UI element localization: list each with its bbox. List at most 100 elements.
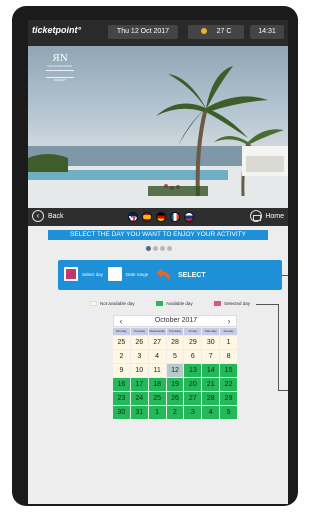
calendar-day-cell[interactable]: 28 xyxy=(202,392,220,405)
select-day-label: Select day xyxy=(82,272,104,277)
calendar-day-cell: 26 xyxy=(130,336,148,349)
calendar-day-name: Sunday xyxy=(220,328,237,335)
page-dot-2[interactable] xyxy=(153,246,158,251)
page-dot-1[interactable] xyxy=(146,246,151,251)
select-button[interactable]: SELECT xyxy=(178,272,206,279)
brand-logo: ticketpoint° xyxy=(32,25,82,35)
calendar-day-cell[interactable]: 26 xyxy=(166,392,184,405)
calendar-day-cell: 4 xyxy=(148,350,166,363)
calendar-day-cell[interactable]: 3 xyxy=(184,406,202,419)
calendar-day-cell: 11 xyxy=(148,364,166,377)
calendar-day-cell: 25 xyxy=(113,336,130,349)
calendar-day-cell[interactable]: 14 xyxy=(202,364,220,377)
calendar-day-cell[interactable]: 13 xyxy=(184,364,202,377)
calendar-day-cell[interactable]: 5 xyxy=(220,406,237,419)
hotel-name: ROCAMATANSA xyxy=(47,64,73,68)
calendar-day-cell: 6 xyxy=(184,350,202,363)
calendar-day-cell: 1 xyxy=(220,336,237,349)
calendar-day-cell[interactable]: 24 xyxy=(130,392,148,405)
calendar-day-cell[interactable]: 23 xyxy=(113,392,130,405)
hero-image: ЯN ROCAMATANSA RESORT xyxy=(28,46,288,208)
calendar-day-cell: 29 xyxy=(184,336,202,349)
hotel-logo: ЯN ROCAMATANSA RESORT xyxy=(46,52,74,82)
calendar-day-cell: 27 xyxy=(148,336,166,349)
legend-selected-label: Selected day xyxy=(224,301,251,306)
calendar-day-cell: 8 xyxy=(220,350,237,363)
selected-swatch xyxy=(214,301,221,307)
calendar-day-cell[interactable]: 21 xyxy=(202,378,220,391)
undo-arrow-icon[interactable] xyxy=(154,265,174,285)
calendar-day-cell[interactable]: 16 xyxy=(113,378,130,391)
calendar-day-cell[interactable]: 18 xyxy=(148,378,166,391)
prev-month-icon[interactable]: ‹ xyxy=(115,316,127,326)
calendar-day-cell[interactable]: 27 xyxy=(184,392,202,405)
calendar-day-name: Friday xyxy=(184,328,202,335)
callout-vertical-line xyxy=(278,304,279,390)
calendar-day-name: Tuesday xyxy=(130,328,148,335)
date-range-checkbox[interactable] xyxy=(108,267,122,281)
calendar-day-cell: 3 xyxy=(130,350,148,363)
calendar-day-cell[interactable]: 25 xyxy=(148,392,166,405)
calendar-day-cell: 10 xyxy=(130,364,148,377)
not-available-swatch xyxy=(90,301,97,307)
sun-icon xyxy=(200,28,207,35)
calendar-day-cell[interactable]: 20 xyxy=(184,378,202,391)
date-mode-panel: Select day Date range SELECT xyxy=(58,260,282,290)
hotel-logo-bars xyxy=(46,70,74,78)
callout-line-calendar xyxy=(278,390,288,391)
calendar-day-names: Monday Tuesday Wednesday Thursday Friday Satu… xyxy=(113,328,237,335)
back-label: Back xyxy=(48,213,64,220)
calendar-day-cell[interactable]: 15 xyxy=(220,364,237,377)
calendar-day-cell: 28 xyxy=(166,336,184,349)
next-month-icon[interactable]: › xyxy=(223,316,235,326)
flag-fr-icon[interactable] xyxy=(170,212,180,222)
calendar-day-cell: 2 xyxy=(113,350,130,363)
callout-line-legend xyxy=(256,304,278,305)
available-swatch xyxy=(156,301,163,307)
calendar-day-cell[interactable]: 12 xyxy=(166,364,184,377)
page-dot-3[interactable] xyxy=(160,246,165,251)
date-display: Thu 12 Oct 2017 xyxy=(108,25,178,39)
hotel-monogram: ЯN xyxy=(52,52,68,64)
calendar-grid: 25 26 27 28 29 30 1 2 3 4 5 6 7 8 9 10 11 12 13 14 15 16 17 18 1… xyxy=(113,336,237,419)
page-dot-4[interactable] xyxy=(167,246,172,251)
legend-selected: Selected day xyxy=(214,301,250,309)
calendar-day-cell[interactable]: 2 xyxy=(166,406,184,419)
flag-de-icon[interactable] xyxy=(156,212,166,222)
hotel-subtitle: RESORT xyxy=(53,78,67,82)
calendar-day-cell[interactable]: 17 xyxy=(130,378,148,391)
calendar-day-cell[interactable]: 1 xyxy=(148,406,166,419)
select-day-checkbox[interactable] xyxy=(64,267,78,281)
home-button[interactable]: Home xyxy=(240,210,284,224)
flag-ru-icon[interactable] xyxy=(184,212,194,222)
kiosk-screen: ticketpoint° Thu 12 Oct 2017 27 C 14:31 xyxy=(28,20,288,504)
language-selector xyxy=(128,212,200,222)
calendar-day-cell[interactable]: 4 xyxy=(202,406,220,419)
instruction-banner: SELECT THE DAY YOU WANT TO ENJOY YOUR AC… xyxy=(48,230,268,240)
calendar-day-cell[interactable]: 19 xyxy=(166,378,184,391)
back-button[interactable]: ‹ Back xyxy=(32,210,76,224)
calendar: ‹ October 2017 › Monday Tuesday Wednesday T… xyxy=(113,315,237,419)
time-display: 14:31 xyxy=(250,25,284,39)
calendar-day-name: Wednesday xyxy=(148,328,166,335)
kiosk-device-frame: ticketpoint° Thu 12 Oct 2017 27 C 14:31 xyxy=(12,6,298,506)
calendar-day-name: Monday xyxy=(113,328,130,335)
calendar-day-cell: 7 xyxy=(202,350,220,363)
flag-es-icon[interactable] xyxy=(142,212,152,222)
date-range-label: Date range xyxy=(126,272,149,277)
calendar-day-cell[interactable]: 29 xyxy=(220,392,237,405)
home-icon xyxy=(250,210,263,223)
calendar-day-name: Thursday xyxy=(166,328,184,335)
temperature-text: 27 C xyxy=(216,28,232,35)
legend-available: Available day xyxy=(156,301,193,309)
calendar-day-cell[interactable]: 30 xyxy=(113,406,130,419)
calendar-day-cell[interactable]: 31 xyxy=(130,406,148,419)
calendar-month-title: October 2017 xyxy=(154,317,198,324)
flag-en-icon[interactable] xyxy=(128,212,138,222)
page-indicator xyxy=(146,246,172,252)
calendar-day-cell[interactable]: 22 xyxy=(220,378,237,391)
navigation-bar: ‹ Back Home xyxy=(28,208,288,226)
back-arrow-icon: ‹ xyxy=(32,210,44,223)
calendar-day-cell: 9 xyxy=(113,364,130,377)
calendar-day-name: Saturday xyxy=(202,328,220,335)
